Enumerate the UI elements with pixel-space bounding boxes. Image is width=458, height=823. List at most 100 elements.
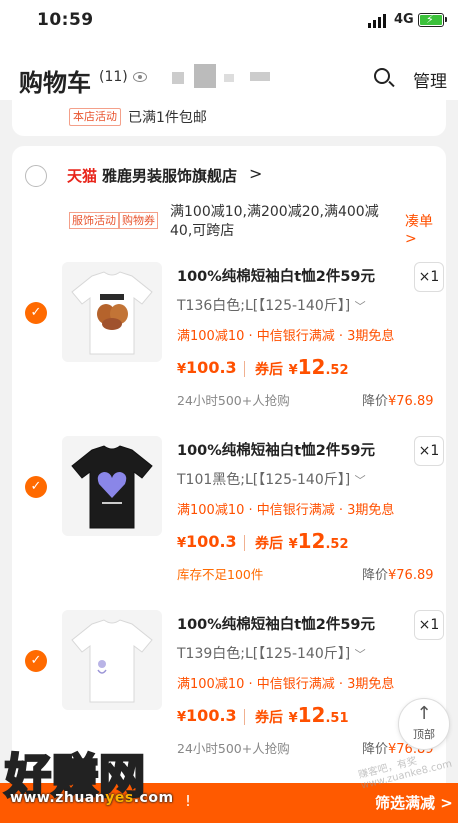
watermark-url-b: yes (105, 790, 134, 806)
item-checkbox[interactable]: ✓ (25, 650, 47, 672)
sku-selector[interactable]: T139白色;L[【125-140斤】] ﹀ (177, 643, 366, 663)
search-icon[interactable] (374, 68, 390, 84)
shop-card: 天猫 雅鹿男装服饰旗舰店 > 服饰活动 购物券 满100减10,满200减20,… (12, 146, 446, 823)
price-drop-value: ¥76.89 (388, 568, 434, 583)
discount-info: 满100减10 · 中信银行满减 · 3期免息 (177, 677, 395, 692)
price-currency: ¥ (177, 536, 187, 551)
product-title[interactable]: 100%纯棉短袖白t恤2件59元 (177, 613, 375, 634)
store-activity-card: 本店活动 已满1件包邮 (12, 100, 446, 136)
price-divider (244, 709, 245, 725)
after-int: 12 (297, 355, 326, 379)
after-coupon-label: 券后 (255, 710, 283, 726)
price-currency: ¥ (177, 710, 187, 725)
cart-item: ✓ 100%纯棉短袖白t恤2件59元 ×1 T136白色;L[【125-140斤… (12, 262, 446, 432)
back-to-top-label: 顶部 (413, 728, 435, 741)
product-image[interactable] (62, 262, 162, 362)
coudan-link[interactable]: 凑单 > (405, 211, 446, 247)
promo-text: 满100减10,满200减20,满400减40,可跨店 (170, 204, 379, 239)
after-int: 12 (297, 529, 326, 553)
after-coupon-price: 券后 ¥12.52 (255, 355, 349, 379)
sku-text: T139白色;L[【125-140斤】] (177, 646, 351, 662)
blurred-address (224, 74, 234, 82)
arrow-up-icon: ↑ (416, 703, 432, 724)
battery-icon: ⚡ (418, 13, 447, 27)
price-currency: ¥ (177, 362, 187, 377)
bottom-bar-exclaim: ! (185, 792, 192, 810)
blurred-address (250, 72, 270, 81)
shipping-text: 已满1件包邮 (128, 110, 207, 126)
after-coupon-price: 券后 ¥12.51 (255, 703, 349, 727)
price-drop-label: 降价 (362, 568, 389, 583)
after-currency: ¥ (288, 363, 298, 378)
item-price: ¥100.3 (177, 532, 237, 551)
chevron-down-icon: ﹀ (354, 300, 366, 313)
back-to-top-button[interactable]: ↑ 顶部 (398, 698, 450, 750)
sales-note: 24小时500+人抢购 (177, 393, 290, 408)
product-image[interactable] (62, 610, 162, 710)
filter-discount-button[interactable]: 筛选满减 > (375, 792, 453, 813)
item-price: ¥100.3 (177, 358, 237, 377)
item-checkbox[interactable]: ✓ (25, 302, 47, 324)
blurred-address (194, 64, 216, 88)
after-int: 12 (297, 703, 326, 727)
blurred-address (172, 72, 184, 84)
discount-info: 满100减10 · 中信银行满减 · 3期免息 (177, 329, 395, 344)
after-dec: .52 (325, 537, 349, 552)
promo-tag: 服饰活动 (69, 212, 119, 229)
eye-icon[interactable] (133, 72, 147, 82)
item-checkbox[interactable]: ✓ (25, 476, 47, 498)
price-drop: 降价¥76.89 (362, 390, 434, 409)
after-currency: ¥ (288, 711, 298, 726)
price-divider (244, 361, 245, 377)
chevron-right-icon[interactable]: > (249, 164, 262, 183)
shop-name-link[interactable]: 雅鹿男装服饰旗舰店 (102, 165, 237, 186)
product-image[interactable] (62, 436, 162, 536)
watermark-url-a: www.zhuan (10, 790, 106, 806)
price-value: 100.3 (186, 532, 237, 551)
store-activity-tag: 本店活动 (69, 108, 121, 126)
cart-count: (11) (99, 69, 128, 85)
after-dec: .51 (325, 711, 349, 726)
page-title: 购物车 (19, 69, 91, 97)
shop-select-checkbox[interactable] (25, 165, 47, 187)
price-value: 100.3 (186, 358, 237, 377)
tmall-logo: 天猫 (67, 167, 98, 185)
price-value: 100.3 (186, 706, 237, 725)
sku-selector[interactable]: T101黑色;L[【125-140斤】] ﹀ (177, 469, 366, 489)
sku-selector[interactable]: T136白色;L[【125-140斤】] ﹀ (177, 295, 366, 315)
after-dec: .52 (325, 363, 349, 378)
sales-note: 24小时500+人抢购 (177, 741, 290, 756)
after-coupon-label: 券后 (255, 362, 283, 378)
network-type: 4G (394, 12, 414, 27)
watermark-url-c: .com (133, 790, 174, 806)
tshirt-image-icon (71, 271, 153, 355)
chevron-down-icon: ﹀ (354, 474, 366, 487)
sku-text: T101黑色;L[【125-140斤】] (177, 472, 351, 488)
product-title[interactable]: 100%纯棉短袖白t恤2件59元 (177, 439, 375, 460)
tshirt-image-icon (71, 445, 153, 529)
price-drop-label: 降价 (362, 742, 389, 757)
product-title[interactable]: 100%纯棉短袖白t恤2件59元 (177, 265, 375, 286)
chevron-down-icon: ﹀ (354, 648, 366, 661)
price-drop-value: ¥76.89 (388, 394, 434, 409)
quantity-button[interactable]: ×1 (414, 610, 444, 640)
quantity-button[interactable]: ×1 (414, 262, 444, 292)
price-drop: 降价¥76.89 (362, 564, 434, 583)
stock-warning: 库存不足100件 (177, 567, 264, 582)
quantity-button[interactable]: ×1 (414, 436, 444, 466)
signal-icon (368, 14, 386, 28)
tshirt-image-icon (71, 619, 153, 703)
price-divider (244, 535, 245, 551)
cart-item: ✓ 100%纯棉短袖白t恤2件59元 ×1 T101黑色;L[【125-140斤… (12, 436, 446, 606)
sku-text: T136白色;L[【125-140斤】] (177, 298, 351, 314)
watermark-url: www.zhuanyes.com (10, 790, 174, 806)
promo-tag: 购物券 (119, 212, 158, 229)
after-coupon-label: 券后 (255, 536, 283, 552)
item-price: ¥100.3 (177, 706, 237, 725)
price-drop-label: 降价 (362, 394, 389, 409)
after-currency: ¥ (288, 537, 298, 552)
discount-info: 满100减10 · 中信银行满减 · 3期免息 (177, 503, 395, 518)
status-bar: 10:59 4G ⚡ (0, 0, 458, 44)
after-coupon-price: 券后 ¥12.52 (255, 529, 349, 553)
manage-button[interactable]: 管理 (413, 67, 447, 92)
